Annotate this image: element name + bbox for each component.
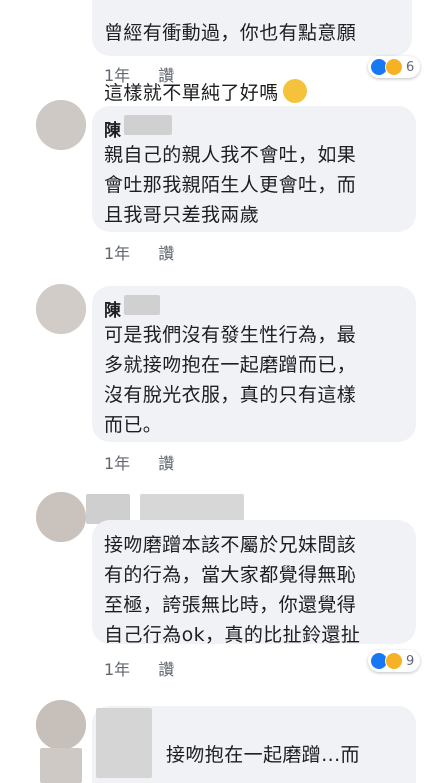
comment-text: 曾經有衝動過，你也有點意願 這樣就不單純了好嗎 (104, 0, 404, 108)
reaction-summary[interactable]: 6 (368, 56, 421, 78)
reaction-count: 9 (406, 653, 415, 669)
sad-face-emoji-icon (282, 79, 307, 103)
reaction-count: 6 (406, 59, 415, 75)
like-link[interactable]: 讚 (158, 244, 174, 263)
avatar[interactable] (36, 700, 86, 750)
comment-text: 接吻抱在一起磨蹭...而 (166, 744, 360, 766)
avatar[interactable] (36, 284, 86, 334)
comment-meta: 1年 讚 (104, 62, 174, 86)
name-blur (140, 494, 244, 522)
like-link[interactable]: 讚 (158, 454, 174, 473)
avatar-blur (36, 100, 86, 150)
comment-meta: 1年 讚 (104, 450, 174, 474)
avatar[interactable] (36, 100, 86, 150)
name-blur (96, 708, 152, 778)
comment-time[interactable]: 1年 (104, 454, 130, 473)
reaction-summary[interactable]: 9 (368, 650, 421, 672)
wow-reaction-icon (385, 652, 403, 670)
avatar-blur (36, 700, 86, 750)
comment-text: 可是我們沒有發生性行為，最 多就接吻抱在一起磨蹭而已， 沒有脫光衣服，真的只有這… (104, 324, 357, 436)
comment-time[interactable]: 1年 (104, 660, 130, 679)
avatar-blur (36, 492, 86, 542)
comment-text: 接吻磨蹭本該不屬於兄妹間該 有的行為，當大家都覺得無恥 至極，誇張無比時，你還覺… (104, 534, 361, 646)
commenter-name[interactable]: 陳 (104, 116, 121, 141)
avatar-blur (36, 284, 86, 334)
like-link[interactable]: 讚 (158, 66, 174, 85)
comment-time[interactable]: 1年 (104, 66, 130, 85)
comment-text: 親自己的親人我不會吐，如果 會吐那我親陌生人更會吐，而 且我哥只差我兩歲 (104, 144, 357, 226)
comment-meta: 1年 讚 (104, 240, 174, 264)
wow-reaction-icon (385, 58, 403, 76)
name-blur (124, 115, 172, 135)
name-blur (124, 295, 160, 315)
comment-meta: 1年 讚 (104, 656, 174, 680)
commenter-name[interactable]: 陳 (104, 296, 121, 321)
comment-time[interactable]: 1年 (104, 244, 130, 263)
comment-thread: 曾經有衝動過，你也有點意願 這樣就不單純了好嗎 6 1年讚 陳 親自己的親人我不… (0, 0, 434, 783)
avatar[interactable] (36, 492, 86, 542)
comment-text-line: 曾經有衝動過，你也有點意願 (104, 22, 357, 44)
like-link[interactable]: 讚 (158, 660, 174, 679)
avatar-blur (40, 748, 82, 783)
